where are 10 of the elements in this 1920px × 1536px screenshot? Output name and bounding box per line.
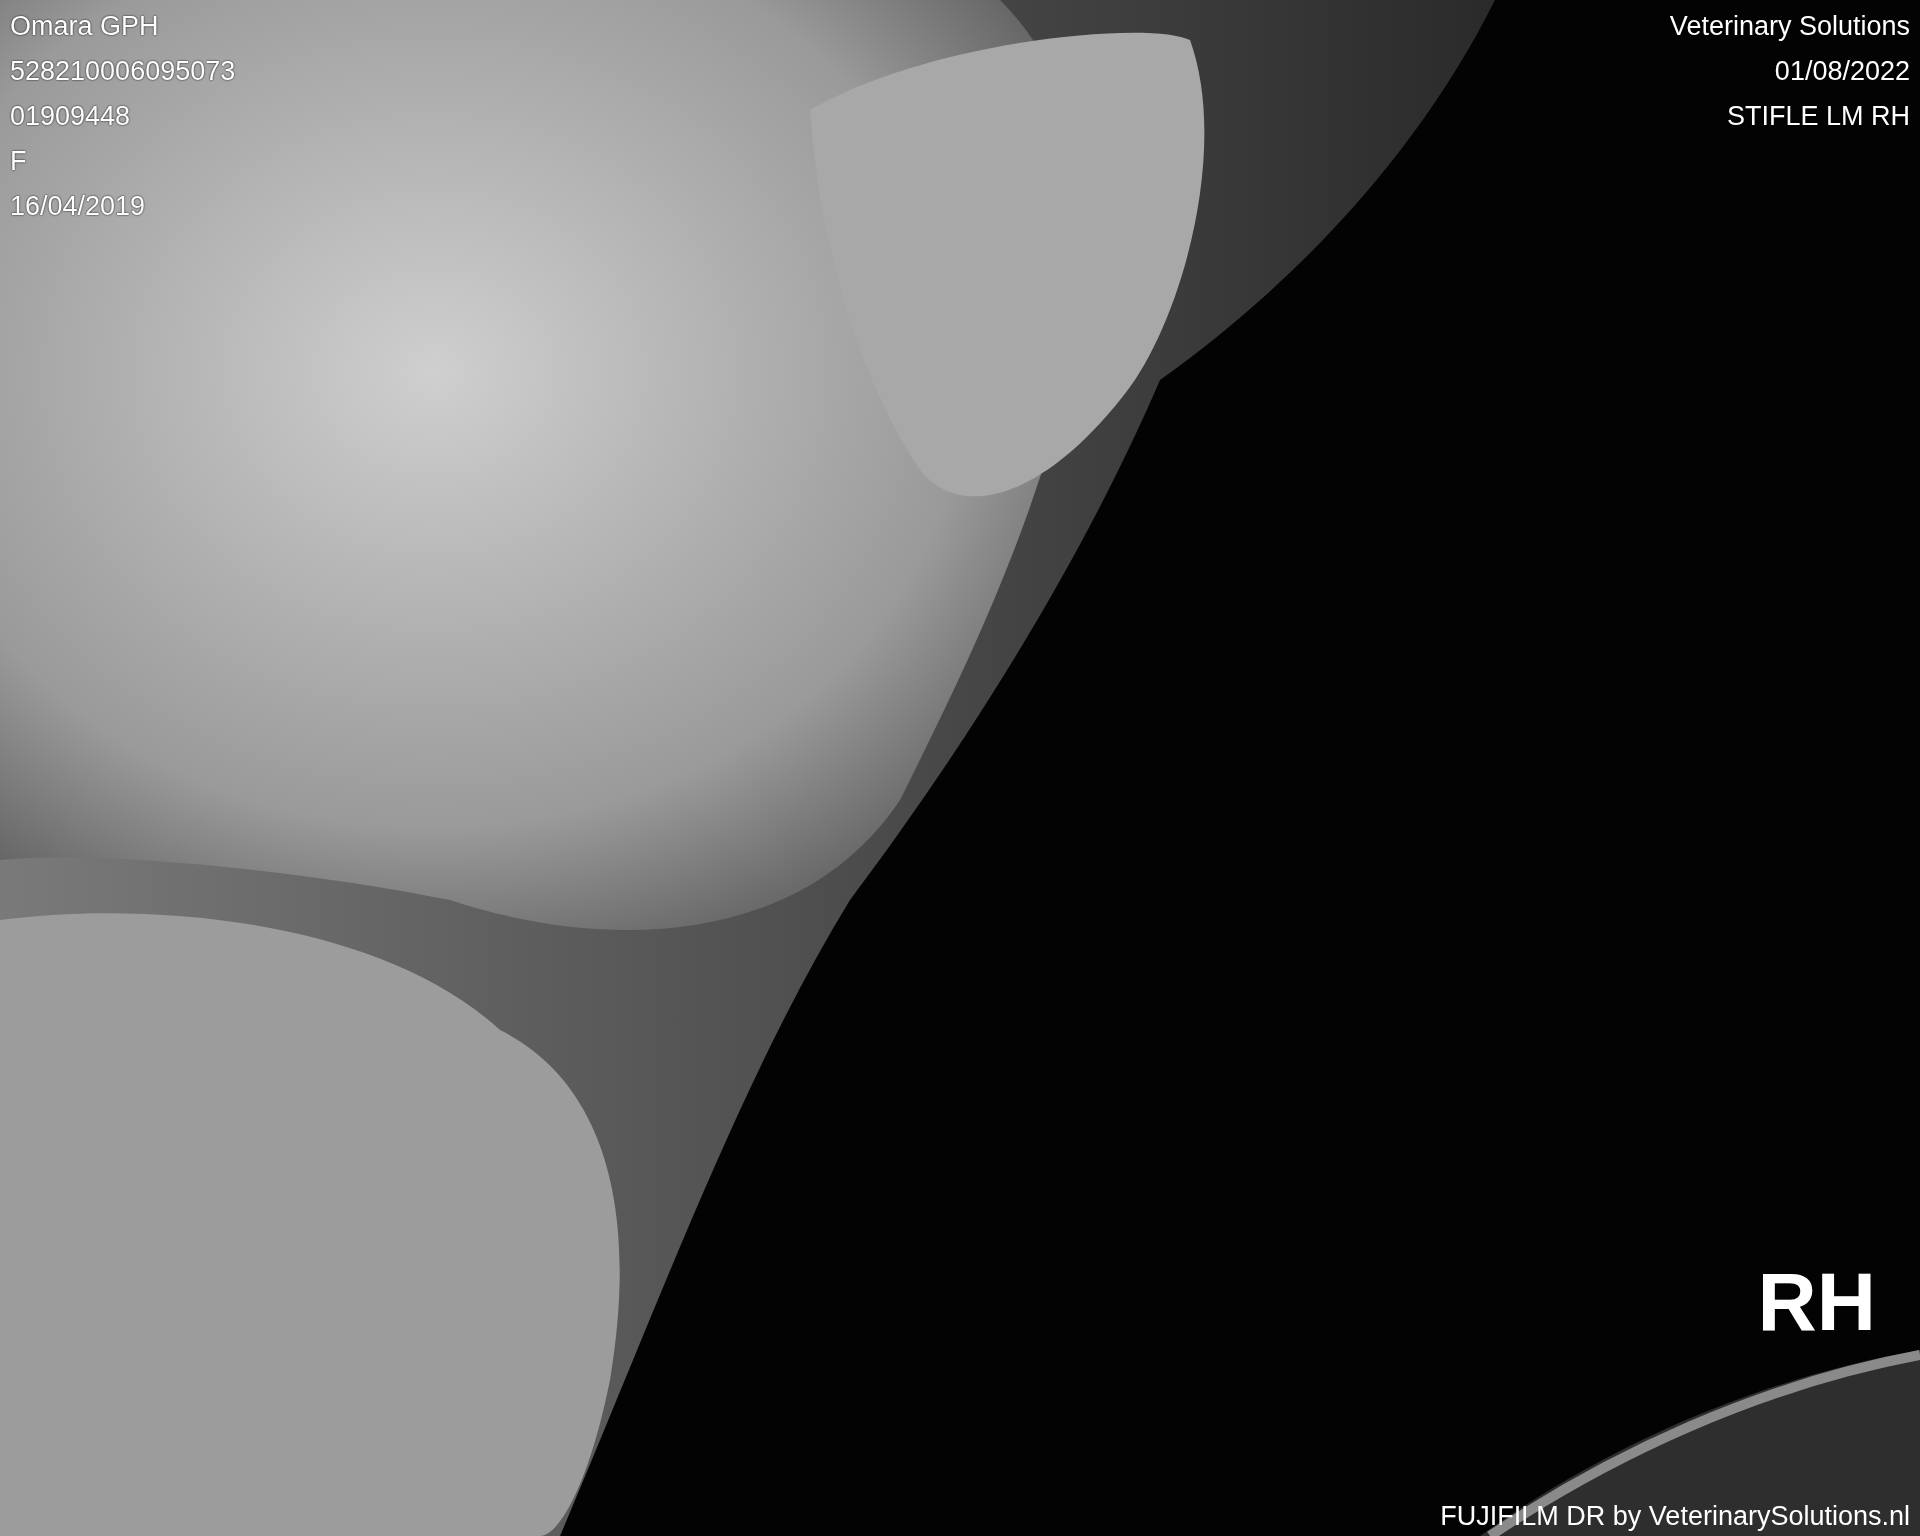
study-info-text: 01/08/2022: [1773, 55, 1910, 88]
patient-info-text: 01909448: [10, 100, 132, 133]
study-info-text: STIFLE LM RH: [1725, 100, 1910, 133]
patient-info-text: 16/04/2019: [10, 190, 147, 223]
study-info-text: Veterinary Solutions: [1669, 10, 1910, 43]
patient-info-text: 528210006095073: [10, 55, 236, 88]
side-marker: RH: [1757, 1255, 1876, 1349]
patient-info-text: F: [10, 145, 28, 178]
patient-info-text: Omara GPH: [10, 10, 160, 43]
footer-text: FUJIFILM DR by VeterinarySolutions.nl: [1440, 1500, 1910, 1533]
